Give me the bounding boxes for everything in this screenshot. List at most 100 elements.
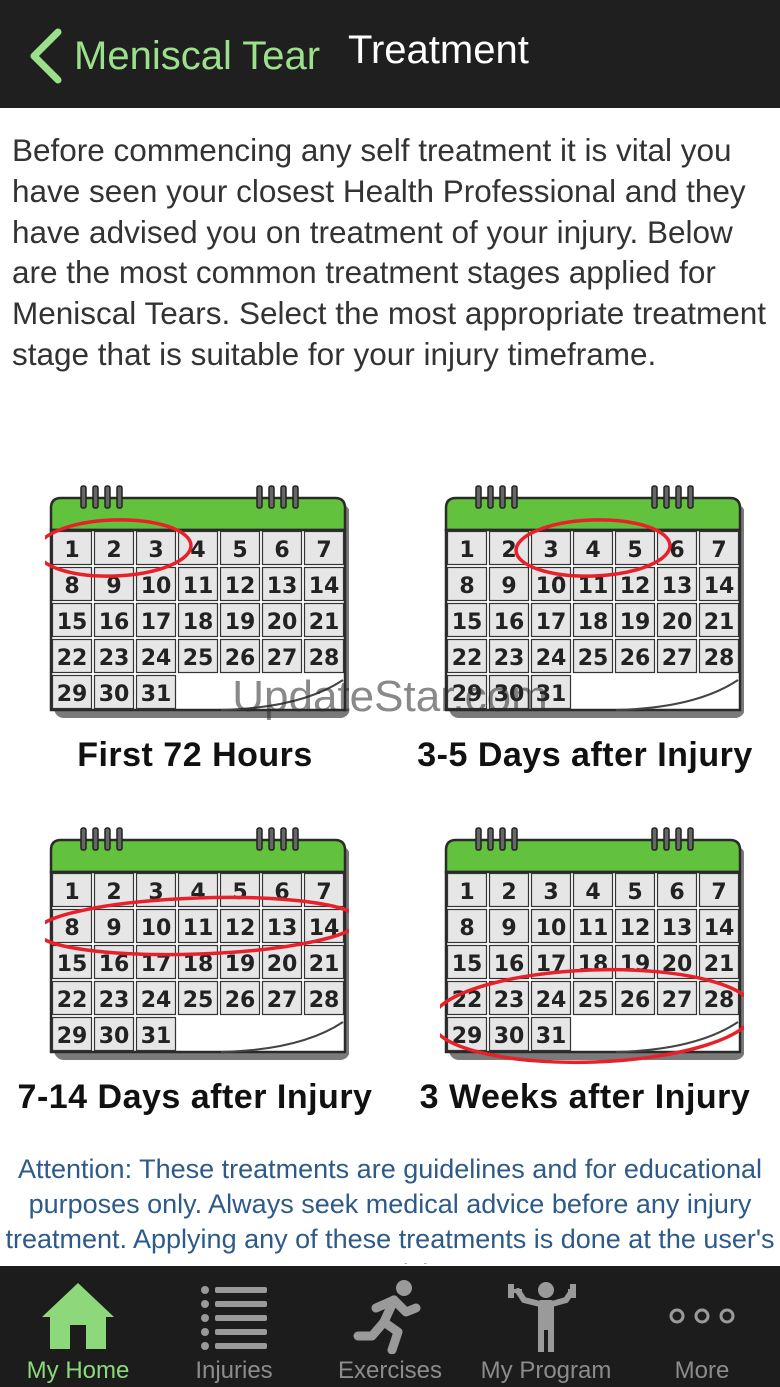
calendar-day-label: 28 (704, 988, 735, 1013)
tab-exercises[interactable]: Exercises (312, 1266, 468, 1387)
calendar-day-label: 23 (99, 646, 130, 671)
calendar-day-label: 15 (452, 610, 483, 635)
calendar-day-label: 8 (64, 574, 79, 599)
calendar-day-label: 1 (64, 538, 79, 563)
tab-label: My Home (26, 1357, 130, 1384)
calendar-day-label: 5 (627, 880, 642, 905)
calendar-day-label: 26 (620, 646, 651, 671)
intro-text: Before commencing any self treatment it … (12, 132, 767, 372)
calendar-day-label: 5 (232, 880, 247, 905)
running-icon (353, 1280, 421, 1354)
calendar-day-label: 28 (704, 646, 735, 671)
calendar-day-label: 30 (494, 1024, 525, 1049)
attention-notice: Attention: These treatments are guidelin… (5, 1154, 775, 1264)
calendar-day-label: 3 (543, 880, 558, 905)
calendar-day-label: 27 (662, 988, 693, 1013)
calendar-day-label: 4 (585, 538, 600, 563)
calendar-day-label: 9 (501, 574, 516, 599)
tab-my-program[interactable]: My Program (468, 1266, 624, 1387)
calendar-day-label: 15 (452, 952, 483, 977)
calendar-day-label: 19 (225, 952, 256, 977)
calendar-day-label: 21 (309, 610, 340, 635)
calendar-day-label: 15 (57, 610, 88, 635)
calendar-day-label: 13 (267, 916, 298, 941)
tab-more[interactable]: More (624, 1266, 780, 1387)
more-icon (669, 1308, 735, 1324)
calendar-day-label: 6 (669, 538, 684, 563)
tab-label: My Program (480, 1357, 612, 1384)
calendar-day-label: 21 (309, 952, 340, 977)
calendar-day-label: 15 (57, 952, 88, 977)
calendar-day-label: 4 (190, 538, 205, 563)
calendar-day-label: 24 (536, 988, 567, 1013)
calendar-day-label: 9 (501, 916, 516, 941)
calendar-day-label: 2 (106, 538, 121, 563)
tab-my-home[interactable]: My Home (0, 1266, 156, 1387)
page-title: Treatment (348, 28, 529, 72)
calendar-day-label: 13 (662, 916, 693, 941)
stage-label: First 72 Hours (77, 736, 313, 774)
list-icon (201, 1286, 267, 1350)
tab-bar: My Home Injuries Exercises My Program Mo… (0, 1266, 780, 1387)
navigation-bar: Meniscal Tear Treatment (0, 0, 780, 108)
calendar-day-label: 31 (536, 1024, 567, 1049)
stage-label: 7-14 Days after Injury (17, 1078, 373, 1116)
calendar-day-label: 26 (225, 988, 256, 1013)
back-label: Meniscal Tear (74, 33, 321, 78)
calendar-day-label: 25 (578, 988, 609, 1013)
calendar-day-label: 27 (267, 988, 298, 1013)
calendar-day-label: 1 (459, 538, 474, 563)
calendar-day-label: 1 (64, 880, 79, 905)
tab-label: Injuries (195, 1357, 273, 1384)
calendar-day-label: 5 (627, 538, 642, 563)
calendar-day-label: 30 (99, 682, 130, 707)
calendar-day-label: 23 (494, 646, 525, 671)
calendar-day-label: 20 (267, 952, 298, 977)
calendar-day-label: 20 (662, 610, 693, 635)
tab-label: Exercises (337, 1357, 443, 1384)
back-button[interactable]: Meniscal Tear (28, 24, 320, 88)
calendar-day-label: 24 (141, 988, 172, 1013)
calendar-day-label: 14 (704, 574, 735, 599)
calendar-day-label: 11 (183, 916, 214, 941)
calendar-day-label: 12 (225, 574, 256, 599)
calendar-day-label: 30 (494, 682, 525, 707)
calendar-day-label: 16 (494, 952, 525, 977)
calendar-day-label: 26 (620, 988, 651, 1013)
calendar-day-label: 7 (711, 880, 726, 905)
calendar-day-label: 14 (309, 574, 340, 599)
calendar-day-label: 21 (704, 952, 735, 977)
calendar-day-label: 4 (585, 880, 600, 905)
calendar-day-label: 19 (620, 952, 651, 977)
tab-label: More (674, 1357, 730, 1384)
stage-3-5-days[interactable]: 1 2 3 4 5 6 7 8 9 10 11 12 13 14 15 16 17 18 19 20 21 22 23 24 2… (440, 484, 744, 724)
stage-first-72-hours[interactable]: 1 2 3 4 5 6 7 8 9 10 11 12 13 14 15 16 17 18 19 20 21 22 23 24 2… (45, 484, 349, 724)
tab-injuries[interactable]: Injuries (156, 1266, 312, 1387)
calendar-day-label: 18 (578, 610, 609, 635)
calendar-day-label: 3 (148, 538, 163, 563)
calendar-day-label: 30 (99, 1024, 130, 1049)
calendar-day-label: 4 (190, 880, 205, 905)
calendar-day-label: 8 (459, 916, 474, 941)
calendar-day-label: 22 (57, 988, 88, 1013)
calendar-day-label: 31 (141, 1024, 172, 1049)
calendar-day-label: 12 (620, 916, 651, 941)
calendar-day-label: 13 (662, 574, 693, 599)
calendar-day-label: 28 (309, 988, 340, 1013)
calendar-day-label: 12 (620, 574, 651, 599)
calendar-day-label: 8 (64, 916, 79, 941)
calendar-day-label: 2 (106, 880, 121, 905)
calendar-icon: 1 2 3 4 5 6 78 9 10 11 12 13 1415 16 17 18 19 20 2122 23 24 2… (444, 485, 744, 718)
calendar-day-label: 17 (536, 610, 567, 635)
calendar-day-label: 2 (501, 880, 516, 905)
stage-7-14-days[interactable]: 1 2 3 4 5 6 7 8 9 10 11 12 13 14 15 16 17 18 19 20 21 22 23 24 2… (45, 826, 349, 1066)
calendar-day-label: 25 (183, 988, 214, 1013)
calendar-icon: 1 2 3 4 5 6 78 9 10 11 12 13 1415 16 17 18 19 20 2122 23 24 2… (45, 827, 349, 1060)
stage-label: 3-5 Days after Injury (417, 736, 753, 774)
calendar-day-label: 3 (543, 538, 558, 563)
calendar-day-label: 21 (704, 610, 735, 635)
chevron-left-icon (30, 28, 62, 84)
calendar-day-label: 6 (274, 538, 289, 563)
calendar-day-label: 18 (578, 952, 609, 977)
stage-3-weeks[interactable]: 1 2 3 4 5 6 7 8 9 10 11 12 13 14 15 16 17 18 19 20 21 22 23 24 2… (440, 826, 744, 1066)
